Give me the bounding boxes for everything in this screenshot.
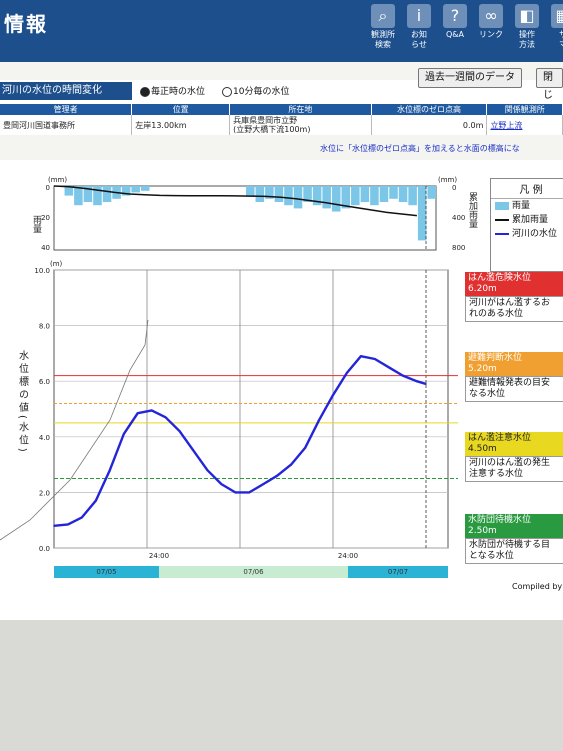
water-level-point: [164, 416, 167, 419]
rain-bar: [370, 186, 379, 206]
threshold-standby-title: 水防団待機水位 2.50m: [465, 514, 563, 538]
legend-level-swatch: [495, 232, 509, 235]
rain-bar: [408, 186, 417, 206]
threshold-evacuation-desc: 避難情報発表の目安 なる水位: [465, 376, 563, 402]
y-tick-label: 2.0: [39, 489, 50, 497]
water-level-point: [332, 394, 334, 396]
rain-bar: [74, 186, 83, 206]
water-level-point: [388, 366, 390, 369]
y-tick-label: 0.0: [39, 545, 50, 553]
rain-bar: [398, 186, 408, 202]
legend-item-cumulative: 累加雨量: [491, 213, 563, 227]
water-level-point: [374, 358, 376, 360]
legend-rain-swatch: [495, 201, 509, 210]
rain-bar: [93, 186, 102, 206]
rain-left-tick: 20: [41, 214, 50, 222]
screen: 情報 ⌕観測所 検索iお知 らせ?Q&A∞リンク◧操作 方法▦サ マ 河川の水位…: [0, 0, 563, 620]
water-level-point: [234, 491, 237, 494]
rain-right-tick: 400: [452, 214, 465, 222]
legend: 凡 例 雨量 累加雨量 河川の水位: [490, 178, 563, 272]
y-tick-label: 8.0: [39, 323, 50, 331]
water-level-point: [136, 412, 139, 415]
rain-bar: [255, 186, 265, 202]
threshold-caution: はん濫注意水位 4.50m 河川のはん濫の発生 注意する水位: [465, 432, 563, 482]
rain-left-label: 雨量: [31, 215, 42, 233]
water-level-point: [220, 483, 223, 485]
rain-bar: [284, 186, 293, 206]
legend-cumulative-swatch: [495, 218, 509, 221]
threshold-caution-desc: 河川のはん濫の発生 注意する水位: [465, 456, 563, 482]
water-level-point: [81, 516, 83, 519]
water-level-point: [415, 380, 418, 383]
date-band-1: 07/06: [159, 566, 348, 578]
rain-bar: [140, 186, 150, 191]
rain-bar: [427, 186, 436, 199]
rain-bar: [379, 186, 389, 202]
date-band-2: 07/07: [348, 566, 448, 578]
water-level-point: [360, 355, 362, 358]
compiled-by: Compiled by: [512, 582, 563, 591]
x-tick-label: 24:00: [338, 552, 358, 560]
threshold-danger: はん濫危険水位 6.20m 河川がはん濫するお れのある水位: [465, 272, 563, 322]
y-unit: (m): [50, 260, 63, 268]
legend-item-level: 河川の水位: [491, 227, 563, 241]
rain-right-tick: 0: [452, 184, 456, 192]
water-level-point: [67, 523, 69, 526]
rain-bar: [274, 186, 284, 202]
water-level-point: [276, 474, 279, 477]
rain-bar: [389, 186, 398, 199]
y-tick-label: 10.0: [34, 267, 50, 275]
rain-left-tick: 0: [46, 184, 50, 192]
date-band-0: 07/05: [54, 566, 159, 578]
y-tick-label: 6.0: [39, 378, 50, 386]
y-axis-label: 水位標の値(水位): [17, 350, 29, 455]
water-level-point: [248, 491, 251, 494]
rain-left-tick: 40: [41, 244, 50, 252]
water-level-point: [262, 483, 265, 485]
rain-bar: [131, 186, 140, 193]
threshold-evacuation: 避難判断水位 5.20m 避難情報発表の目安 なる水位: [465, 352, 563, 402]
threshold-danger-desc: 河川がはん濫するお れのある水位: [465, 296, 563, 322]
level-plot-frame: [53, 269, 449, 549]
rain-bar: [360, 186, 370, 202]
water-level-point: [95, 499, 97, 502]
x-tick-label: 24:00: [149, 552, 169, 560]
water-level-point: [150, 409, 153, 412]
rain-left-unit: (mm): [48, 176, 67, 184]
water-level-point: [192, 449, 195, 452]
water-level-point: [304, 447, 306, 449]
rain-bar: [331, 186, 341, 212]
water-level-point: [346, 372, 348, 374]
threshold-danger-title: はん濫危険水位 6.20m: [465, 272, 563, 296]
rain-bar: [417, 186, 427, 241]
rain-bar: [322, 186, 331, 209]
legend-item-rain: 雨量: [491, 199, 563, 213]
rain-bar: [246, 186, 255, 196]
water-level-point: [123, 433, 125, 435]
water-level-point: [425, 383, 427, 385]
legend-title: 凡 例: [491, 179, 563, 199]
water-level-point: [53, 525, 55, 527]
threshold-evacuation-title: 避難判断水位 5.20m: [465, 352, 563, 376]
water-level-point: [402, 374, 404, 377]
threshold-standby-desc: 水防団が待機する目 となる水位: [465, 538, 563, 564]
water-level-point: [206, 469, 209, 472]
threshold-standby: 水防団待機水位 2.50m 水防団が待機する目 となる水位: [465, 514, 563, 564]
rain-right-unit: (mm): [438, 176, 457, 184]
rain-right-label: 累加雨量: [467, 192, 478, 228]
rain-bar: [102, 186, 112, 202]
water-level-point: [109, 469, 111, 472]
y-tick-label: 4.0: [39, 434, 50, 442]
rain-right-tick: 800: [452, 244, 465, 252]
water-level-point: [178, 430, 181, 433]
threshold-caution-title: はん濫注意水位 4.50m: [465, 432, 563, 456]
water-level-point: [318, 419, 320, 421]
rain-bar: [293, 186, 303, 209]
rain-bar: [351, 186, 360, 206]
water-level-point: [290, 463, 292, 466]
